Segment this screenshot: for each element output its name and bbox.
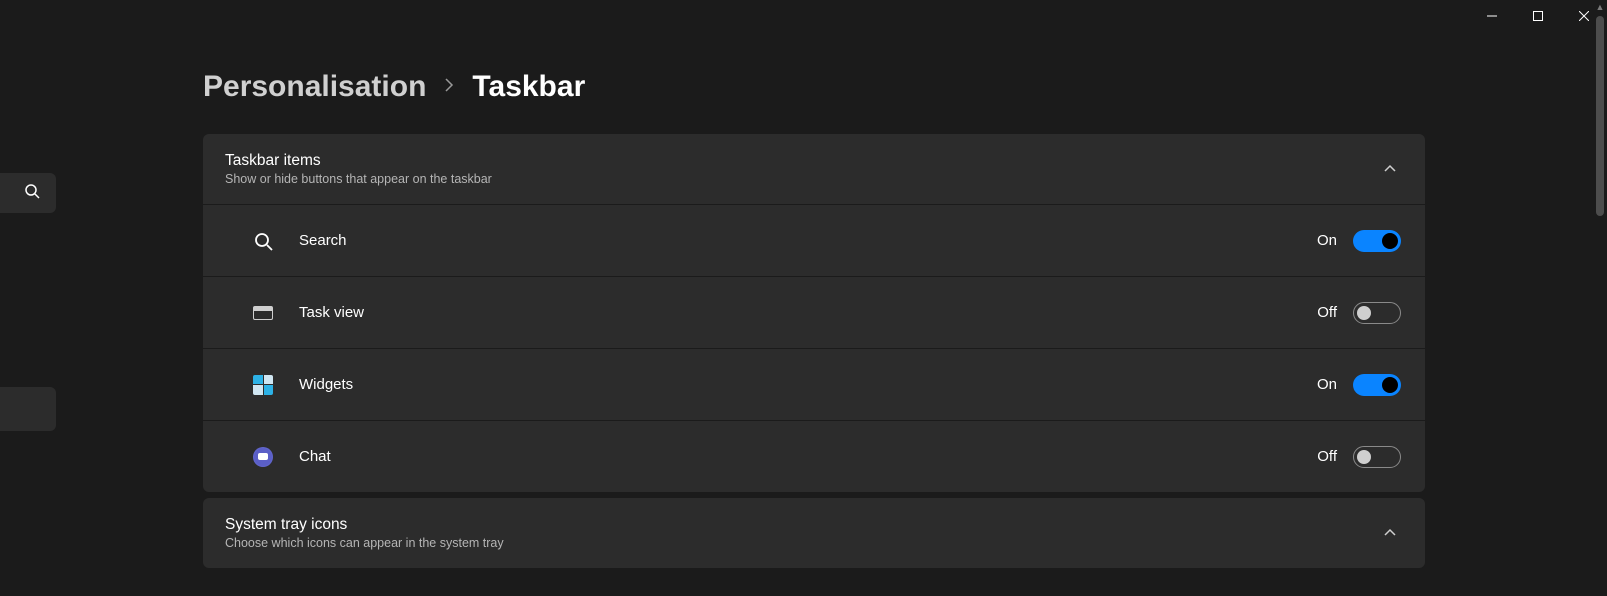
toggle-search[interactable] xyxy=(1353,230,1401,252)
toggle-taskview[interactable] xyxy=(1353,302,1401,324)
toggle-state-label: Off xyxy=(1317,304,1337,321)
section-subtitle: Show or hide buttons that appear on the … xyxy=(225,172,492,186)
toggle-chat[interactable] xyxy=(1353,446,1401,468)
maximize-button[interactable] xyxy=(1515,0,1561,32)
section-subtitle: Choose which icons can appear in the sys… xyxy=(225,536,504,550)
row-label: Task view xyxy=(299,304,1317,321)
search-icon xyxy=(227,231,299,251)
taskbar-item-taskview: Task view Off xyxy=(203,276,1425,348)
toggle-state-label: Off xyxy=(1317,448,1337,465)
toggle-widgets[interactable] xyxy=(1353,374,1401,396)
chat-icon xyxy=(227,447,299,467)
search-icon xyxy=(24,183,40,204)
breadcrumb: Personalisation Taskbar xyxy=(203,70,1425,104)
toggle-state-label: On xyxy=(1317,376,1337,393)
breadcrumb-current: Taskbar xyxy=(472,70,585,104)
widgets-icon xyxy=(227,375,299,395)
row-label: Search xyxy=(299,232,1317,249)
row-label: Chat xyxy=(299,448,1317,465)
breadcrumb-parent[interactable]: Personalisation xyxy=(203,70,426,104)
system-tray-section: System tray icons Choose which icons can… xyxy=(203,498,1425,568)
chevron-up-icon xyxy=(1383,160,1397,178)
taskview-icon xyxy=(227,306,299,320)
taskbar-items-section: Taskbar items Show or hide buttons that … xyxy=(203,134,1425,492)
chevron-right-icon xyxy=(444,77,454,98)
chevron-up-icon xyxy=(1383,524,1397,542)
taskbar-item-widgets: Widgets On xyxy=(203,348,1425,420)
window-controls xyxy=(1469,0,1607,32)
main-content: Personalisation Taskbar Taskbar items Sh… xyxy=(203,70,1425,574)
sidebar-search-stub[interactable] xyxy=(0,173,56,213)
scroll-thumb[interactable] xyxy=(1596,16,1604,216)
vertical-scrollbar[interactable]: ▲ xyxy=(1593,0,1607,596)
taskbar-items-header[interactable]: Taskbar items Show or hide buttons that … xyxy=(203,134,1425,204)
section-title: System tray icons xyxy=(225,516,504,534)
system-tray-header[interactable]: System tray icons Choose which icons can… xyxy=(203,498,1425,568)
taskbar-item-chat: Chat Off xyxy=(203,420,1425,492)
taskbar-item-search: Search On xyxy=(203,204,1425,276)
scroll-up-arrow-icon[interactable]: ▲ xyxy=(1593,0,1607,14)
section-title: Taskbar items xyxy=(225,152,492,170)
minimize-button[interactable] xyxy=(1469,0,1515,32)
toggle-state-label: On xyxy=(1317,232,1337,249)
sidebar-active-item-stub[interactable] xyxy=(0,387,56,431)
row-label: Widgets xyxy=(299,376,1317,393)
